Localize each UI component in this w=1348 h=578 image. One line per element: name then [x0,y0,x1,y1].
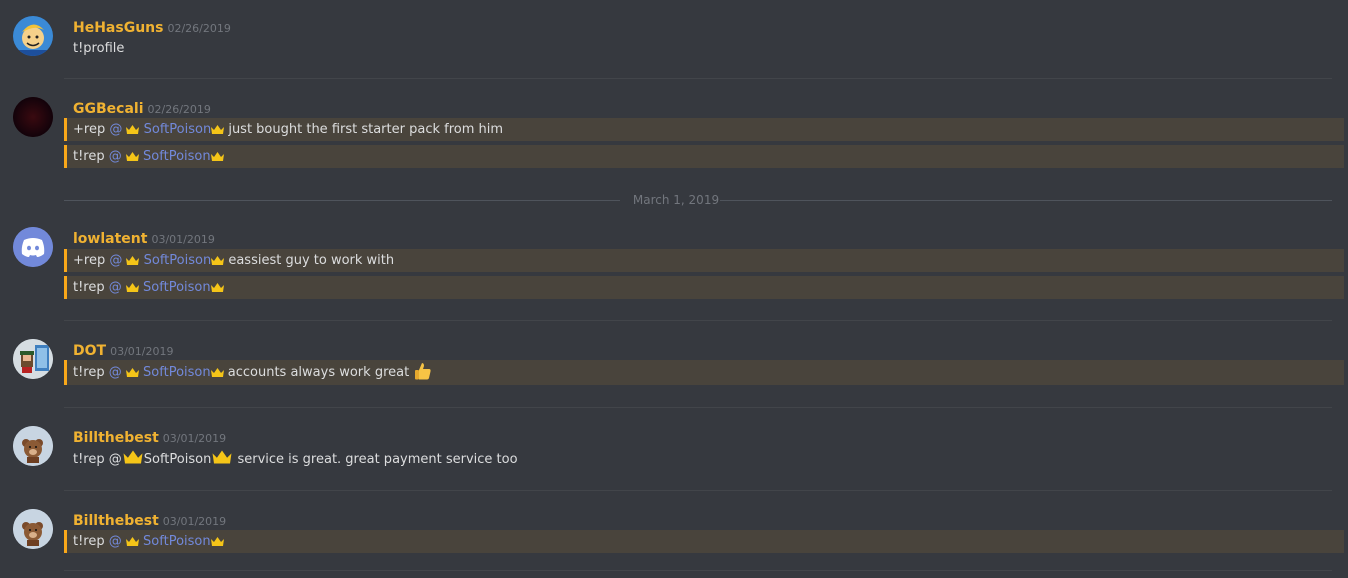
highlighted-message: t!rep @ SoftPoison [64,530,1344,553]
teddy-bear-avatar[interactable] [13,509,53,549]
highlighted-message: t!rep @ SoftPoison [64,145,1344,168]
crown-icon [125,362,139,387]
highlighted-message: t!rep @ SoftPoison accounts always work … [64,360,1344,385]
timestamp: 02/26/2019 [147,103,211,116]
timestamp: 03/01/2019 [162,432,227,445]
command-text: +rep [73,253,106,268]
date-label: March 1, 2019 [632,193,720,207]
message-content: eassiest guy to work with [228,253,395,268]
teddy-bear-avatar[interactable] [13,426,53,466]
message-divider [64,490,1332,491]
mention-name: SoftPoison [143,122,212,137]
mention-name: SoftPoison [143,534,211,549]
message-divider [64,407,1332,408]
username[interactable]: lowlatent [73,231,147,247]
message-header: Billthebest 03/01/2019 [73,427,226,447]
mention-name: SoftPoison [143,253,212,268]
message-content: service is great. great payment service … [237,452,518,467]
username[interactable]: Billthebest [73,513,159,529]
crown-icon [210,147,224,170]
date-separator: March 1, 2019 [64,192,1332,208]
user-mention[interactable]: @ SoftPoison [109,149,224,164]
highlighted-message: t!rep @ SoftPoison [64,276,1344,299]
crown-icon [211,251,225,274]
crown-icon [211,449,233,473]
username[interactable]: HeHasGuns [73,20,163,36]
message-header: DOT 03/01/2019 [73,340,173,360]
message-header: lowlatent 03/01/2019 [73,228,215,248]
vault-boy-avatar[interactable] [13,16,53,56]
command-text: t!rep [73,149,105,164]
timestamp: 03/01/2019 [110,345,174,358]
timestamp: 02/26/2019 [167,22,231,35]
highlighted-message: +rep @ SoftPoison just bought the first … [64,118,1344,141]
message-divider [64,320,1332,321]
highlighted-message: +rep @ SoftPoison eassiest guy to work w… [64,249,1344,272]
crown-icon [126,120,140,143]
discord-logo-avatar[interactable] [13,227,53,267]
message-header: Billthebest 03/01/2019 [73,510,226,530]
message-text: t!rep @ SoftPoison service is great. grea… [64,448,1348,471]
crown-icon [211,120,225,143]
crown-icon [210,278,224,301]
dark-red-avatar[interactable] [13,97,53,137]
crown-icon [125,532,139,555]
thumbs-up-emoji-icon [413,361,433,390]
timestamp: 03/01/2019 [151,233,215,246]
crown-icon [210,532,224,555]
crown-icon [125,278,139,301]
mention-name: SoftPoison [143,365,211,380]
command-text: +rep [73,122,106,137]
separator-line [64,200,620,201]
command-text: t!rep [73,280,105,295]
timestamp: 03/01/2019 [162,515,227,528]
message-divider [64,78,1332,79]
pixel-character-avatar[interactable] [13,339,53,379]
username[interactable]: DOT [73,343,106,359]
user-mention[interactable]: @ SoftPoison [109,534,224,549]
crown-icon [210,362,224,387]
user-mention[interactable]: @ SoftPoison [109,122,225,137]
message-content: t!profile [73,41,125,56]
crown-icon [122,449,144,473]
message-header: HeHasGuns 02/26/2019 [73,17,231,37]
message-content: just bought the first starter pack from … [228,122,504,137]
command-text: t!rep [73,365,105,380]
user-mention[interactable]: @ SoftPoison [109,365,224,380]
user-mention[interactable]: @ SoftPoison [109,253,225,268]
separator-line [720,200,1332,201]
command-text: t!rep @ [73,452,122,467]
message-content: accounts always work great [227,365,410,380]
mention-name: SoftPoison [143,149,211,164]
username[interactable]: GGBecali [73,101,144,117]
message-text: t!profile [64,37,1348,60]
command-text: t!rep [73,534,105,549]
username[interactable]: Billthebest [73,430,159,446]
crown-icon [126,251,140,274]
message-divider [64,570,1332,571]
mention-name: SoftPoison [143,452,212,467]
crown-icon [125,147,139,170]
mention-name: SoftPoison [143,280,211,295]
message-header: GGBecali 02/26/2019 [73,98,211,118]
user-mention[interactable]: @ SoftPoison [109,280,224,295]
